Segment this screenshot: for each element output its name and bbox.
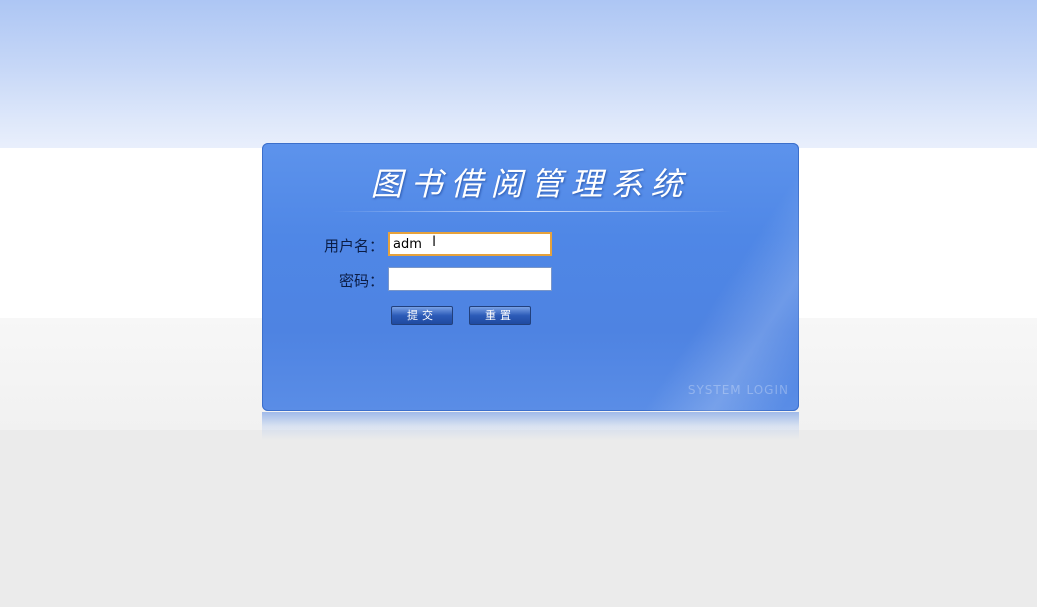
password-label: 密码： bbox=[338, 272, 384, 290]
username-row: 用户名： I bbox=[262, 232, 799, 258]
username-label: 用户名： bbox=[323, 237, 384, 255]
header-gradient-band bbox=[0, 0, 1037, 148]
username-input[interactable] bbox=[388, 232, 552, 256]
reset-button[interactable]: 重置 bbox=[469, 306, 531, 325]
app-title: 图书借阅管理系统 bbox=[370, 165, 691, 203]
page-footer-band bbox=[0, 430, 1037, 607]
title-divider bbox=[332, 211, 732, 212]
panel-reflection bbox=[262, 412, 799, 440]
password-row: 密码： bbox=[262, 267, 799, 293]
submit-button[interactable]: 提交 bbox=[391, 306, 453, 325]
login-panel: 图书借阅管理系统 用户名： I 密码： 提交 重置 SYSTEM LOGIN bbox=[262, 143, 799, 411]
password-input[interactable] bbox=[388, 267, 552, 291]
panel-watermark: SYSTEM LOGIN bbox=[687, 383, 789, 397]
